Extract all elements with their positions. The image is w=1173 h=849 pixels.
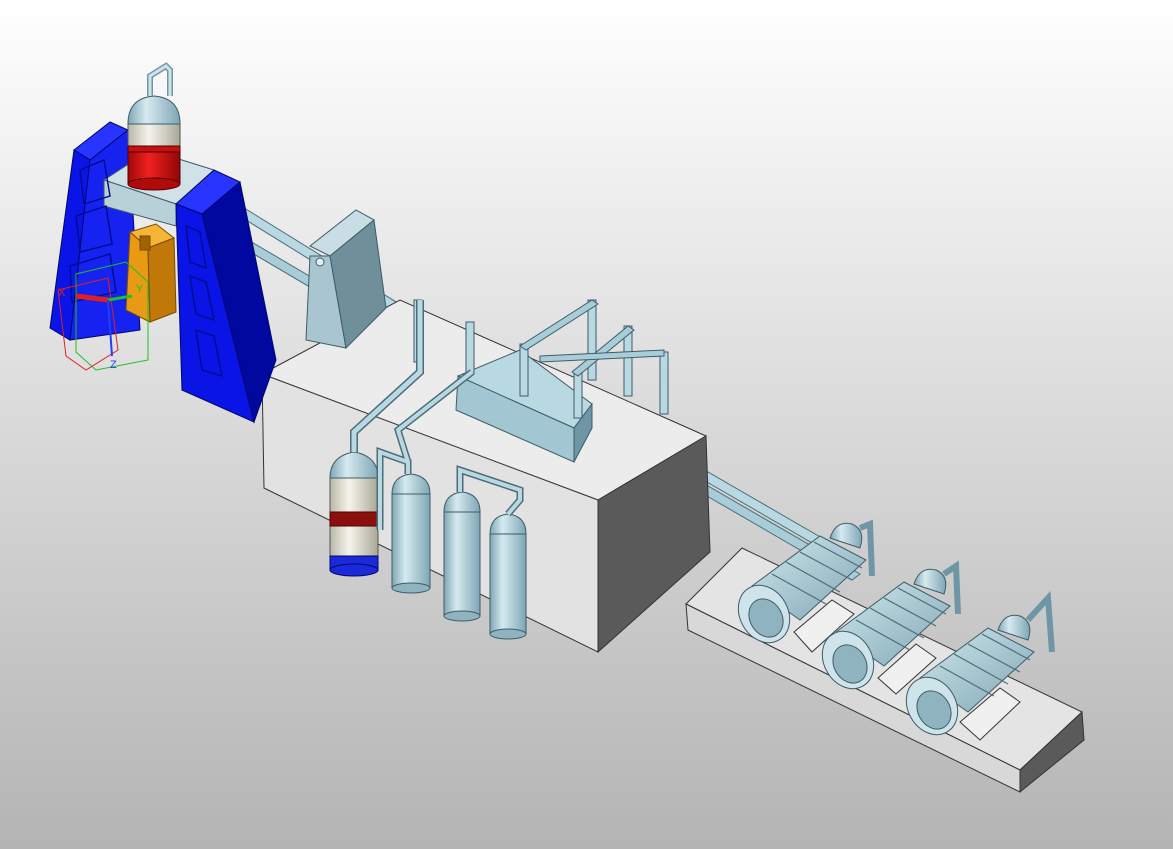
die-block[interactable] [125,223,177,323]
y-axis-label: Y [136,283,144,295]
scene-3d[interactable]: X Y Z [0,0,1173,849]
z-axis-label: Z [110,359,117,371]
cad-viewport[interactable]: X Y Z [0,0,1173,849]
x-axis-label: X [58,287,66,299]
